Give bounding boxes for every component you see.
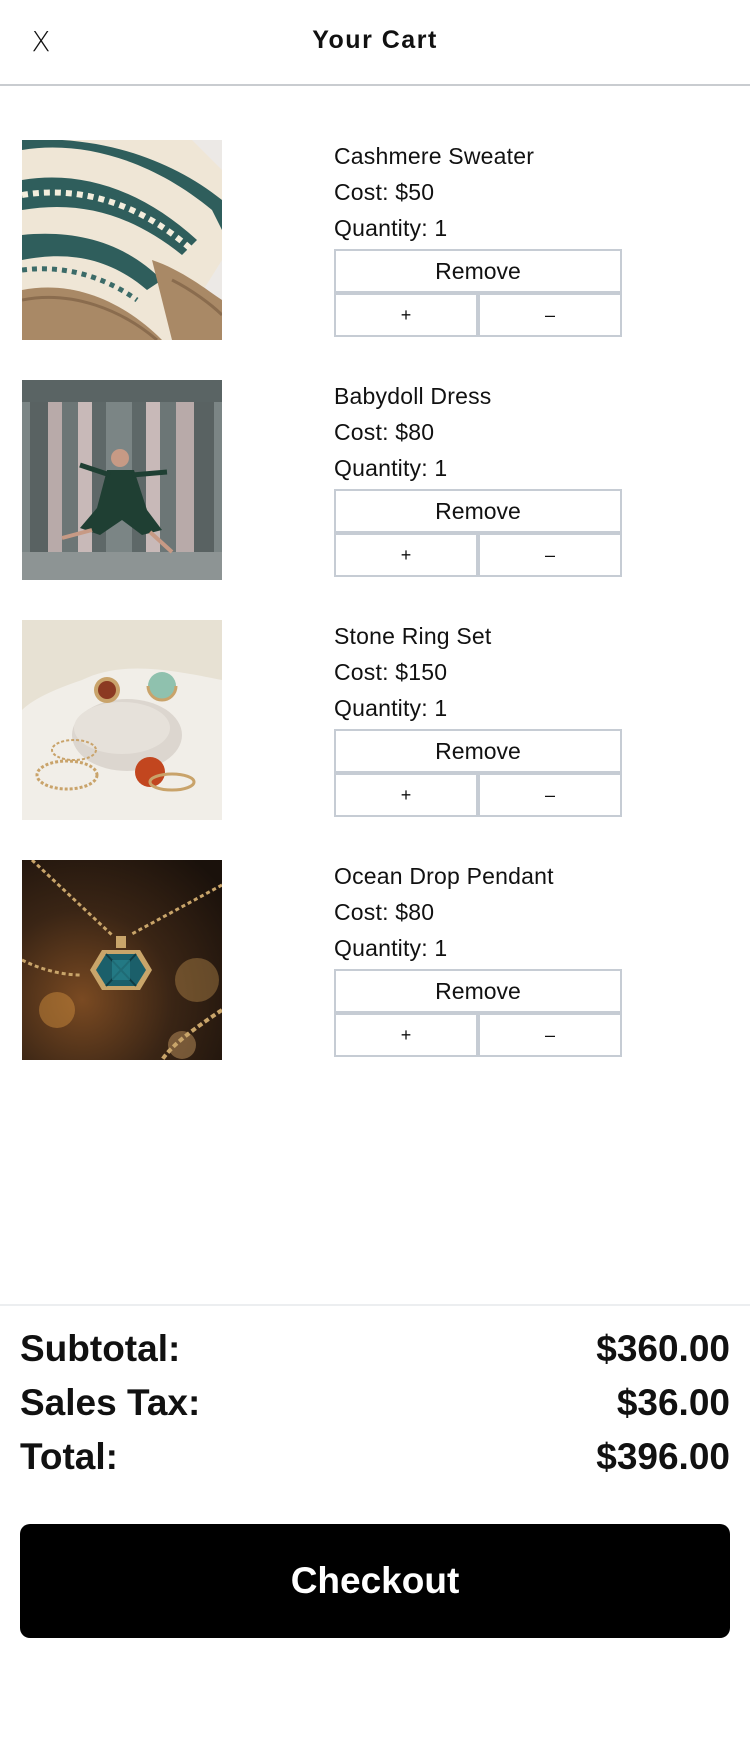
cart-item: Ocean Drop Pendant Cost: $80 Quantity: 1… xyxy=(0,860,750,1100)
dress-photo xyxy=(22,380,222,580)
cart-item: Cashmere Sweater Cost: $50 Quantity: 1 R… xyxy=(0,140,750,380)
cart-item-details: Ocean Drop Pendant Cost: $80 Quantity: 1… xyxy=(334,860,624,1057)
cart-item: Stone Ring Set Cost: $150 Quantity: 1 Re… xyxy=(0,620,750,860)
quantity-stepper: + – xyxy=(334,773,622,817)
subtotal-value: $360.00 xyxy=(596,1328,730,1369)
product-image-sweater xyxy=(22,140,222,340)
sales-tax-label: Sales Tax: xyxy=(20,1382,201,1423)
sweater-photo xyxy=(22,140,222,340)
item-cost: Cost: $80 xyxy=(334,899,435,925)
cart-item-details: Stone Ring Set Cost: $150 Quantity: 1 Re… xyxy=(334,620,624,817)
item-name: Stone Ring Set xyxy=(334,623,492,649)
decrement-button[interactable]: – xyxy=(478,1013,622,1057)
item-quantity: Quantity: 1 xyxy=(334,455,448,481)
item-quantity: Quantity: 1 xyxy=(334,935,448,961)
total-value: $396.00 xyxy=(596,1436,730,1477)
remove-button[interactable]: Remove xyxy=(334,729,622,773)
remove-button[interactable]: Remove xyxy=(334,489,622,533)
product-image-pendant xyxy=(22,860,222,1060)
order-summary: Subtotal: $360.00 Sales Tax: $36.00 Tota… xyxy=(0,1304,750,1477)
remove-button[interactable]: Remove xyxy=(334,249,622,293)
pendant-photo xyxy=(22,860,222,1060)
total-row: Total: $396.00 xyxy=(20,1436,730,1490)
item-quantity: Quantity: 1 xyxy=(334,215,448,241)
subtotal-label: Subtotal: xyxy=(20,1328,181,1369)
page-title: Your Cart xyxy=(312,26,438,54)
cart-item-details: Cashmere Sweater Cost: $50 Quantity: 1 R… xyxy=(334,140,624,337)
item-cost: Cost: $150 xyxy=(334,659,448,685)
item-cost: Cost: $80 xyxy=(334,419,435,445)
item-name: Ocean Drop Pendant xyxy=(334,863,554,889)
increment-button[interactable]: + xyxy=(334,1013,478,1057)
subtotal-row: Subtotal: $360.00 xyxy=(20,1328,730,1382)
cart-item-details: Babydoll Dress Cost: $80 Quantity: 1 Rem… xyxy=(334,380,624,577)
sales-tax-value: $36.00 xyxy=(616,1382,730,1423)
item-cost: Cost: $50 xyxy=(334,179,435,205)
checkout-button[interactable]: Checkout xyxy=(20,1524,730,1638)
product-image-dress xyxy=(22,380,222,580)
cart-header: X Your Cart xyxy=(0,0,750,86)
increment-button[interactable]: + xyxy=(334,293,478,337)
quantity-stepper: + – xyxy=(334,1013,622,1057)
remove-button[interactable]: Remove xyxy=(334,969,622,1013)
decrement-button[interactable]: – xyxy=(478,773,622,817)
quantity-stepper: + – xyxy=(334,533,622,577)
quantity-stepper: + – xyxy=(334,293,622,337)
cart-item-list: Cashmere Sweater Cost: $50 Quantity: 1 R… xyxy=(0,140,750,1100)
cart-item: Babydoll Dress Cost: $80 Quantity: 1 Rem… xyxy=(0,380,750,620)
item-name: Cashmere Sweater xyxy=(334,143,535,169)
total-label: Total: xyxy=(20,1436,118,1477)
rings-photo xyxy=(22,620,222,820)
item-quantity: Quantity: 1 xyxy=(334,695,448,721)
decrement-button[interactable]: – xyxy=(478,533,622,577)
decrement-button[interactable]: – xyxy=(478,293,622,337)
item-name: Babydoll Dress xyxy=(334,383,492,409)
product-image-rings xyxy=(22,620,222,820)
sales-tax-row: Sales Tax: $36.00 xyxy=(20,1382,730,1436)
increment-button[interactable]: + xyxy=(334,533,478,577)
increment-button[interactable]: + xyxy=(334,773,478,817)
